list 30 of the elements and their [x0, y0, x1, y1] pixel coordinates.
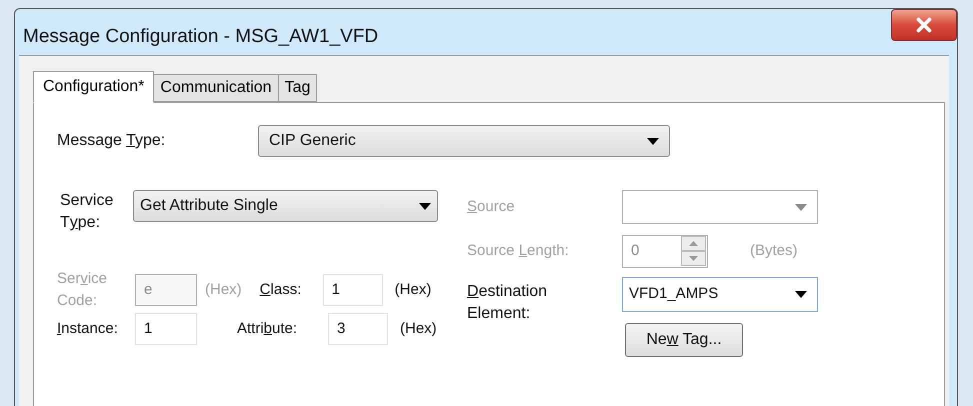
source-label: Source — [467, 197, 516, 217]
window-title: Message Configuration - MSG_AW1_VFD — [23, 25, 378, 49]
tab[interactable]: Tag — [278, 74, 318, 102]
unit-label: (Hex) — [400, 318, 437, 339]
dropdown-arrow-icon — [419, 202, 431, 210]
destination-element-label: Destination Element: — [467, 282, 548, 324]
tab[interactable]: Configuration* — [33, 71, 154, 103]
spinner-arrows-icon — [681, 236, 706, 266]
dropdown-arrow-icon — [795, 291, 807, 298]
instance-label: Instance: — [57, 319, 119, 339]
class-field[interactable]: 1 — [322, 274, 383, 306]
dropdown-arrow-icon — [795, 204, 807, 210]
service-type-label: Service Type: — [60, 191, 114, 233]
close-button[interactable] — [891, 9, 957, 41]
tab[interactable]: Communication — [154, 74, 279, 102]
attribute-label: Attribute: — [237, 319, 298, 339]
message-type-label: Message Type: — [57, 131, 166, 151]
unit-label: (Hex) — [394, 280, 432, 300]
new-tag-button[interactable]: New Tag... — [625, 323, 743, 357]
unit-label: (Hex) — [205, 280, 242, 300]
class-label: Class: — [260, 280, 302, 300]
destination-element-combo[interactable]: VFD1_AMPS — [622, 277, 818, 312]
dropdown-arrow-icon — [647, 138, 659, 144]
instance-field[interactable]: 1 — [135, 313, 197, 345]
unit-label: (Bytes) — [750, 240, 798, 261]
service-code-label: Service Code: — [57, 269, 108, 311]
attribute-field[interactable]: 3 — [328, 313, 388, 345]
service-type-dropdown[interactable]: Get Attribute Single — [133, 190, 438, 222]
source-length-label: Source Length: — [467, 241, 570, 261]
message-type-dropdown[interactable]: CIP Generic — [258, 125, 670, 157]
